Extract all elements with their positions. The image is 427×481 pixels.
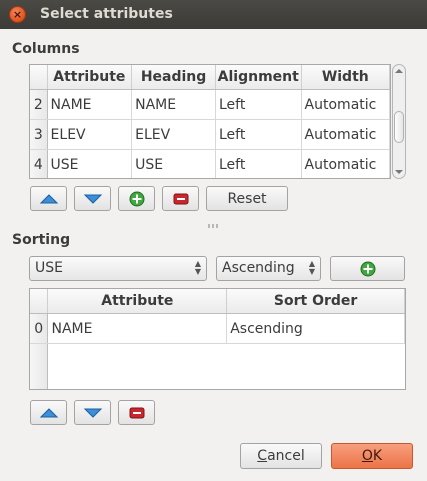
title-bar: × Select attributes xyxy=(0,0,427,29)
remove-column-button[interactable] xyxy=(162,186,199,211)
header-sort-order[interactable]: Sort Order xyxy=(226,289,405,314)
remove-sort-button[interactable] xyxy=(118,400,155,425)
ok-mnemonic: O xyxy=(361,448,373,464)
close-icon[interactable]: × xyxy=(9,6,26,23)
header-width[interactable]: Width xyxy=(301,65,390,90)
arrow-down-icon xyxy=(83,194,102,204)
sort-order-value: Ascending xyxy=(222,260,295,276)
plus-icon xyxy=(129,191,144,206)
header-attribute[interactable]: Attribute xyxy=(47,289,228,314)
cell-attribute[interactable]: NAME xyxy=(47,313,228,344)
minus-icon xyxy=(129,407,144,418)
select-arrows-icon: ▲ ▼ xyxy=(194,259,201,276)
add-column-button[interactable] xyxy=(118,186,155,211)
row-number[interactable]: 0 xyxy=(30,313,49,344)
cancel-mnemonic: C xyxy=(257,448,268,464)
select-arrows-icon: ▲ ▼ xyxy=(308,259,315,276)
sort-move-down-button[interactable] xyxy=(74,400,111,425)
minus-icon xyxy=(173,193,188,204)
header-heading[interactable]: Heading xyxy=(131,65,216,90)
row-number[interactable]: 2 xyxy=(30,89,48,120)
sorting-header-row: Attribute Sort Order xyxy=(30,289,405,314)
row-number-empty xyxy=(30,343,49,389)
ok-label: K xyxy=(372,448,383,464)
move-down-button[interactable] xyxy=(74,186,111,211)
sort-attribute-value: USE xyxy=(35,260,63,276)
empty-cell xyxy=(48,344,227,390)
move-up-button[interactable] xyxy=(30,186,67,211)
row-number[interactable]: 3 xyxy=(30,119,48,150)
header-attribute[interactable]: Attribute xyxy=(47,65,133,90)
row-number[interactable]: 4 xyxy=(30,149,48,178)
sorting-label: Sorting xyxy=(12,232,71,248)
arrow-down-icon xyxy=(83,408,102,418)
ok-button[interactable]: OK xyxy=(331,443,413,469)
sort-order-select[interactable]: Ascending ▲ ▼ xyxy=(216,256,321,281)
empty-area xyxy=(30,343,405,390)
arrow-up-icon xyxy=(39,193,58,203)
sort-move-up-button[interactable] xyxy=(30,400,67,425)
table-row[interactable]: 0 NAME Ascending xyxy=(30,313,405,344)
scrollbar-thumb[interactable] xyxy=(394,111,404,143)
cell-attribute[interactable]: USE xyxy=(47,149,133,178)
header-corner xyxy=(30,289,49,314)
table-row[interactable]: 3 ELEV ELEV Left Automatic xyxy=(30,119,390,150)
table-row[interactable]: 2 NAME NAME Left Automatic xyxy=(30,89,390,120)
cell-width[interactable]: Automatic xyxy=(301,89,390,120)
columns-table: Attribute Heading Alignment Width 2 NAME… xyxy=(29,64,391,179)
columns-label: Columns xyxy=(12,41,80,57)
empty-cell xyxy=(227,344,405,390)
cell-width[interactable]: Automatic xyxy=(301,149,390,178)
sorting-table: Attribute Sort Order 0 NAME Ascending xyxy=(29,288,406,390)
cell-alignment[interactable]: Left xyxy=(215,119,302,150)
table-row[interactable]: 4 USE USE Left Automatic xyxy=(30,149,390,178)
cell-alignment[interactable]: Left xyxy=(215,89,302,120)
scroll-up-arrow-icon[interactable] xyxy=(395,69,403,73)
cell-heading[interactable]: NAME xyxy=(131,89,216,120)
cell-width[interactable]: Automatic xyxy=(301,119,390,150)
add-sort-button[interactable] xyxy=(330,256,405,281)
scroll-down-arrow-icon[interactable] xyxy=(395,170,403,174)
splitter-handle[interactable] xyxy=(208,224,218,228)
cancel-button[interactable]: Cancel xyxy=(240,443,322,469)
cell-heading[interactable]: USE xyxy=(131,149,216,178)
columns-header-row: Attribute Heading Alignment Width xyxy=(30,65,390,90)
cell-attribute[interactable]: ELEV xyxy=(47,119,133,150)
reset-button[interactable]: Reset xyxy=(206,186,288,211)
cell-sort-order[interactable]: Ascending xyxy=(226,313,405,344)
cell-heading[interactable]: ELEV xyxy=(131,119,216,150)
window-title: Select attributes xyxy=(40,6,173,22)
sort-attribute-select[interactable]: USE ▲ ▼ xyxy=(29,256,207,281)
plus-icon xyxy=(360,261,375,276)
cell-attribute[interactable]: NAME xyxy=(47,89,133,120)
cancel-label: ancel xyxy=(267,448,305,464)
header-corner xyxy=(30,65,48,90)
arrow-up-icon xyxy=(39,407,58,417)
cell-alignment[interactable]: Left xyxy=(215,149,302,178)
columns-scrollbar[interactable] xyxy=(392,64,406,179)
header-alignment[interactable]: Alignment xyxy=(215,65,302,90)
